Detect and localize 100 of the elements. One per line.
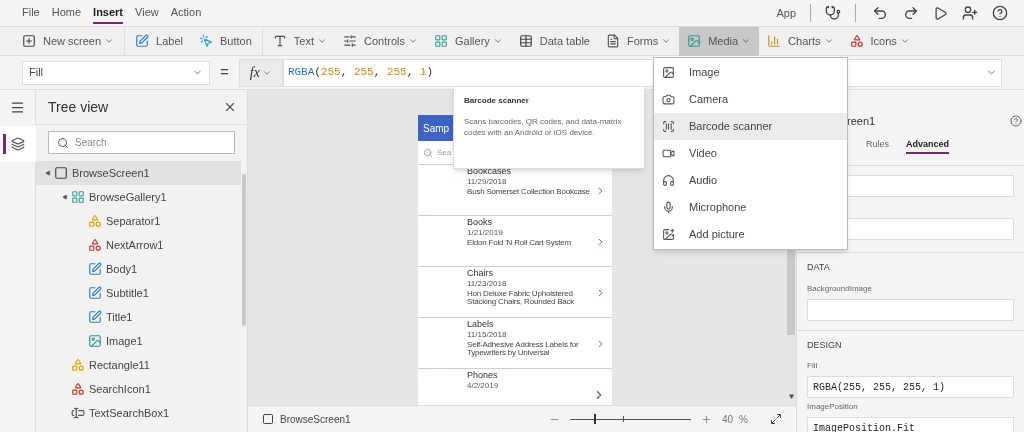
app-label[interactable]: App <box>776 4 796 22</box>
item-date: 1/21/2019 <box>467 228 504 238</box>
undo-icon[interactable] <box>872 5 888 21</box>
field-label: Fill <box>807 360 819 372</box>
menu-tab[interactable]: Home <box>51 2 82 24</box>
pencil-icon <box>88 310 102 324</box>
shapes-icon <box>88 238 102 252</box>
toolbar-button[interactable]: New screen <box>14 26 123 56</box>
menu-icon[interactable] <box>10 100 25 115</box>
zoom-slider[interactable] <box>569 413 691 425</box>
menu-item[interactable]: Microphone <box>654 194 847 221</box>
tree-item[interactable]: SearchIcon1 <box>36 377 241 401</box>
menu-tab[interactable]: File <box>22 2 40 24</box>
toolbar-button[interactable]: Text <box>264 26 335 56</box>
item-date: 4/2/2019 <box>467 381 500 391</box>
screen-icon <box>54 166 68 180</box>
pencil-icon <box>88 286 102 300</box>
close-icon[interactable] <box>223 100 237 114</box>
property-dropdown[interactable]: Fill <box>22 60 210 85</box>
toolbar-button[interactable]: Label <box>127 26 191 56</box>
tree-item[interactable]: BrowseScreen1 <box>36 161 241 185</box>
caret-icon <box>823 36 834 46</box>
tree-item[interactable]: Rectangle11 <box>36 353 241 377</box>
field-label: ImagePosition <box>807 401 859 413</box>
item-date: 11/23/2018 <box>467 279 508 289</box>
pencil-icon <box>135 34 150 48</box>
expanded-icon[interactable] <box>61 193 69 201</box>
tree-item[interactable]: Image1 <box>36 329 241 353</box>
menu-item[interactable]: Add picture <box>654 221 847 248</box>
tree-view-tab[interactable] <box>0 126 36 162</box>
menu-item[interactable]: Image <box>654 59 847 86</box>
redo-icon[interactable] <box>903 5 919 21</box>
caret-icon <box>104 36 115 46</box>
screen-icon <box>262 413 274 425</box>
grid-icon <box>433 34 448 48</box>
menu-item[interactable]: Barcode scanner <box>654 113 847 140</box>
zoom-in-icon[interactable] <box>700 413 712 425</box>
toolbar-button[interactable]: Gallery <box>425 26 511 56</box>
help-icon[interactable] <box>992 5 1008 21</box>
tree-item[interactable]: NextArrow1 <box>36 233 241 257</box>
toolbar-button[interactable]: Data table <box>510 26 598 56</box>
tree-item[interactable]: TextSearchBox1 <box>36 401 241 425</box>
caret-icon <box>492 36 503 46</box>
properties-tab[interactable]: Advanced <box>906 138 950 154</box>
field-label: BackgroundImage <box>807 282 873 295</box>
menu-item[interactable]: Camera <box>654 86 847 113</box>
image-icon <box>88 334 102 348</box>
item-date: 11/15/2018 <box>467 330 508 340</box>
pointer-icon <box>199 34 213 48</box>
app-header-title: Samp <box>423 121 450 136</box>
image-plus-icon <box>662 228 675 241</box>
toolbar-button[interactable]: Controls <box>335 26 426 56</box>
table-icon <box>518 34 533 48</box>
input-field[interactable] <box>807 298 1014 321</box>
slider-thumb[interactable] <box>594 414 597 424</box>
tree-item[interactable]: Subtitle1 <box>36 281 241 305</box>
shapes-icon <box>88 214 102 228</box>
play-icon[interactable] <box>933 5 948 21</box>
toolbar-button[interactable]: Forms <box>597 26 680 56</box>
item-title: Labels <box>467 320 495 330</box>
fx-button[interactable]: fx <box>238 58 283 87</box>
gallery-item[interactable]: Chairs 11/23/2018 Hon Deluxe Fabric Upholstered Stacking Chairs, Rounded Back <box>418 267 612 318</box>
tree-item[interactable]: BrowseGallery1 <box>36 185 241 209</box>
screen-name[interactable]: BrowseScreen1 <box>280 411 351 427</box>
properties-tab[interactable]: Rules <box>866 138 889 154</box>
toolbar-button[interactable]: Icons <box>841 26 918 56</box>
tree-item[interactable]: Body1 <box>36 257 241 281</box>
caret-icon <box>407 36 418 46</box>
scroll-down-icon[interactable] <box>788 394 794 399</box>
shapes-icon <box>71 382 85 396</box>
caret-icon <box>899 36 910 46</box>
item-title: Phones <box>467 371 499 381</box>
zoom-value: 40 <box>721 412 734 427</box>
input-field[interactable]: ImagePosition.Fit <box>807 417 1014 432</box>
image-icon <box>687 34 702 48</box>
input-field[interactable]: RGBA(255, 255, 255, 1) <box>807 376 1014 398</box>
toolbar-button[interactable]: Charts <box>759 26 842 56</box>
pencil-icon <box>88 262 102 276</box>
gallery-item[interactable]: Labels 11/15/2018 Self-Adhesive Address Labels for Typewriters by Universal <box>418 318 612 369</box>
caret-icon <box>317 36 327 46</box>
menu-tab[interactable]: View <box>135 2 159 24</box>
menu-tab[interactable]: Action <box>170 2 202 24</box>
grid-icon <box>71 190 85 204</box>
fit-screen-icon[interactable] <box>770 413 782 425</box>
item-date: 11/29/2018 <box>467 177 508 187</box>
tree-item[interactable]: Title1 <box>36 305 241 329</box>
tree-item[interactable]: Separator1 <box>36 209 241 233</box>
expanded-icon[interactable] <box>44 169 52 177</box>
gallery-item[interactable]: Books 1/21/2019 Eldon Fold 'N Roll Cart System <box>418 216 612 267</box>
menu-tab[interactable]: Insert <box>93 2 124 24</box>
toolbar-button[interactable]: Media <box>679 26 760 56</box>
user-plus-icon[interactable] <box>962 5 978 21</box>
section-heading: DATA <box>807 261 831 274</box>
search-field[interactable]: Search <box>48 131 235 154</box>
menu-item[interactable]: Video <box>654 140 847 167</box>
percent-sign: % <box>739 412 748 427</box>
toolbar-button[interactable]: Button <box>191 26 260 56</box>
menu-item[interactable]: Audio <box>654 167 847 194</box>
stethoscope-icon[interactable] <box>825 5 841 21</box>
text-input-icon <box>71 406 85 420</box>
